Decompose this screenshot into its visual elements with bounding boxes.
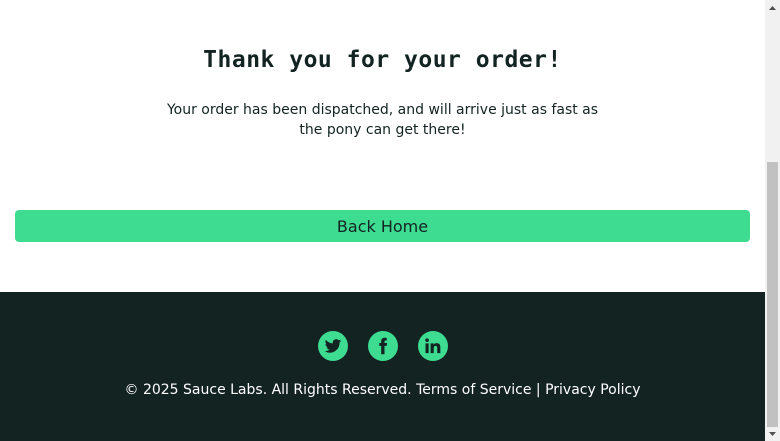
copyright-text: © 2025 Sauce Labs. All Rights Reserved. (124, 382, 412, 398)
footer: © 2025 Sauce Labs. All Rights Reserved. … (0, 292, 765, 441)
complete-header: Thank you for your order! (203, 47, 562, 73)
twitter-link[interactable] (317, 331, 348, 361)
scroll-down-icon[interactable] (765, 426, 780, 441)
checkout-complete-page: Thank you for your order! Your order has… (0, 0, 765, 441)
footer-copy: © 2025 Sauce Labs. All Rights Reserved. … (0, 382, 765, 398)
back-home-button[interactable]: Back Home (15, 210, 750, 242)
scrollbar-thumb[interactable] (767, 162, 778, 427)
complete-text: Your order has been dispatched, and will… (166, 102, 599, 138)
social-links (0, 331, 765, 361)
vertical-scrollbar[interactable] (765, 0, 780, 441)
scroll-up-icon[interactable] (765, 0, 780, 15)
footer-separator: | (535, 382, 541, 398)
linkedin-link[interactable] (417, 331, 448, 361)
twitter-icon (324, 339, 341, 353)
facebook-link[interactable] (367, 331, 398, 361)
terms-link[interactable]: Terms of Service (416, 382, 531, 398)
facebook-icon (378, 337, 387, 355)
privacy-link[interactable]: Privacy Policy (545, 382, 640, 398)
linkedin-icon (424, 338, 440, 354)
